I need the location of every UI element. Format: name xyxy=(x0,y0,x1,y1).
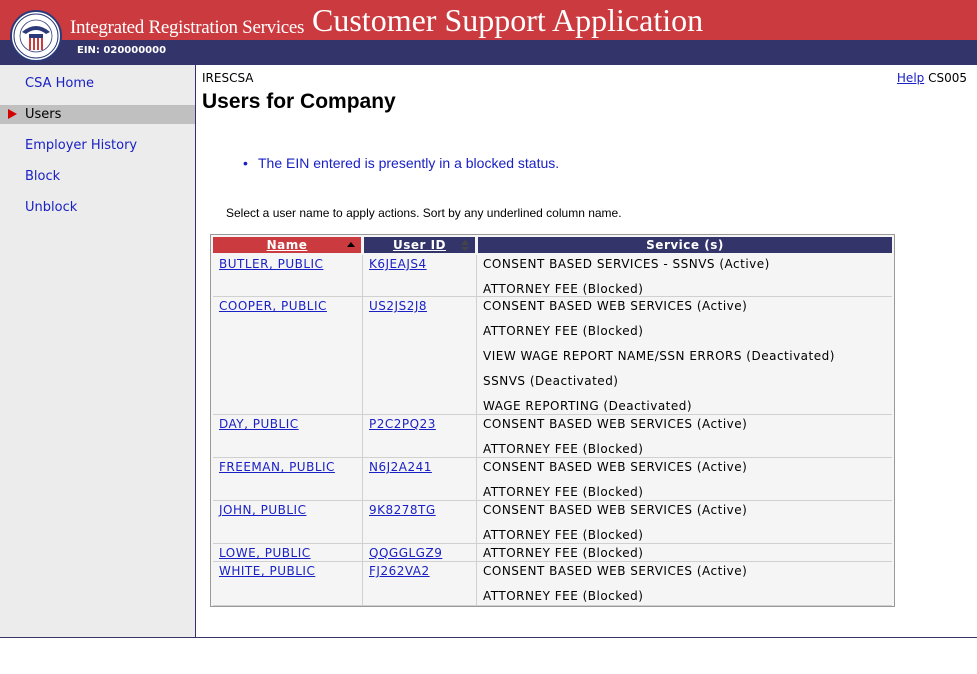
column-divider xyxy=(362,562,363,606)
service-entry: CONSENT BASED SERVICES - SSNVS (Active) xyxy=(483,257,770,271)
user-name-link[interactable]: BUTLER, PUBLIC xyxy=(219,257,323,271)
cell-name: JOHN, PUBLIC xyxy=(219,501,306,519)
sort-down-icon xyxy=(461,247,469,251)
user-id-link[interactable]: US2JS2J8 xyxy=(369,299,427,313)
user-id-link[interactable]: K6JEAJS4 xyxy=(369,257,427,271)
table-row: LOWE, PUBLIC QQGGLGZ9 ATTORNEY FEE (Blocke… xyxy=(213,544,892,562)
app-title: Customer Support Application xyxy=(312,2,704,38)
column-divider xyxy=(476,562,477,606)
column-divider xyxy=(476,297,477,415)
service-entry: ATTORNEY FEE (Blocked) xyxy=(483,589,644,603)
column-divider xyxy=(362,544,363,562)
cell-name: FREEMAN, PUBLIC xyxy=(219,458,335,476)
column-divider xyxy=(476,255,477,297)
column-divider xyxy=(476,501,477,544)
column-divider xyxy=(362,255,363,297)
table-row: COOPER, PUBLIC US2JS2J8 CONSENT BASED WEB … xyxy=(213,297,892,415)
cell-user-id: 9K8278TG xyxy=(369,501,436,519)
column-divider xyxy=(476,415,477,458)
cell-name: BUTLER, PUBLIC xyxy=(219,255,323,273)
cell-user-id: P2C2PQ23 xyxy=(369,415,436,433)
column-header-label: Name xyxy=(266,238,308,252)
table-row: WHITE, PUBLIC FJ262VA2 CONSENT BASED WEB S… xyxy=(213,562,892,606)
service-entry: CONSENT BASED WEB SERVICES (Active) xyxy=(483,460,748,474)
sort-up-icon xyxy=(461,240,469,245)
cell-user-id: FJ262VA2 xyxy=(369,562,430,580)
cell-name: LOWE, PUBLIC xyxy=(219,544,311,562)
ein-label: EIN: 020000000 xyxy=(77,45,167,56)
users-table: Name User ID Service (s) BUTLER, PUBLIC K… xyxy=(210,234,895,607)
service-entry: CONSENT BASED WEB SERVICES (Active) xyxy=(483,564,748,578)
service-entry: CONSENT BASED WEB SERVICES (Active) xyxy=(483,417,748,431)
help-area: Help CS005 xyxy=(897,71,967,85)
user-id-link[interactable]: 9K8278TG xyxy=(369,503,436,517)
user-id-link[interactable]: N6J2A241 xyxy=(369,460,432,474)
sort-ascending-icon xyxy=(347,242,355,247)
current-page-arrow-icon xyxy=(8,109,17,119)
service-entry: SSNVS (Deactivated) xyxy=(483,374,619,388)
sidebar: CSA Home Users Employer History Block Un… xyxy=(0,65,196,638)
column-divider xyxy=(476,458,477,501)
cell-user-id: US2JS2J8 xyxy=(369,297,427,315)
cell-name: COOPER, PUBLIC xyxy=(219,297,327,315)
sidebar-item-unblock[interactable]: Unblock xyxy=(0,198,195,217)
table-row: FREEMAN, PUBLIC N6J2A241 CONSENT BASED WEB… xyxy=(213,458,892,501)
brand-name: Integrated Registration Services xyxy=(70,17,305,38)
cell-name: DAY, PUBLIC xyxy=(219,415,299,433)
service-entry: ATTORNEY FEE (Blocked) xyxy=(483,282,644,296)
page-title: Users for Company xyxy=(202,90,396,113)
column-header-name[interactable]: Name xyxy=(213,237,361,253)
column-divider xyxy=(362,415,363,458)
service-entry: ATTORNEY FEE (Blocked) xyxy=(483,442,644,456)
sidebar-item-users[interactable]: Users xyxy=(0,105,195,124)
user-name-link[interactable]: JOHN, PUBLIC xyxy=(219,503,306,517)
ssa-seal-icon xyxy=(10,10,62,62)
cell-user-id: K6JEAJS4 xyxy=(369,255,427,273)
screen-id: CS005 xyxy=(928,71,967,85)
column-divider xyxy=(362,297,363,415)
column-header-services: Service (s) xyxy=(478,237,892,253)
user-name-link[interactable]: COOPER, PUBLIC xyxy=(219,299,327,313)
sidebar-item-employer-history[interactable]: Employer History xyxy=(0,136,195,155)
footer-divider xyxy=(0,637,977,638)
screen-code: IRESCSA xyxy=(202,71,254,85)
service-entry: CONSENT BASED WEB SERVICES (Active) xyxy=(483,299,748,313)
column-divider xyxy=(362,501,363,544)
table-row: JOHN, PUBLIC 9K8278TG CONSENT BASED WEB SE… xyxy=(213,501,892,544)
user-name-link[interactable]: DAY, PUBLIC xyxy=(219,417,299,431)
user-name-link[interactable]: LOWE, PUBLIC xyxy=(219,546,311,560)
service-entry: ATTORNEY FEE (Blocked) xyxy=(483,324,644,338)
instructions: Select a user name to apply actions. Sor… xyxy=(226,206,622,220)
user-name-link[interactable]: FREEMAN, PUBLIC xyxy=(219,460,335,474)
table-row: BUTLER, PUBLIC K6JEAJS4 CONSENT BASED SERV… xyxy=(213,255,892,297)
service-entry: CONSENT BASED WEB SERVICES (Active) xyxy=(483,503,748,517)
column-divider xyxy=(476,544,477,562)
user-id-link[interactable]: P2C2PQ23 xyxy=(369,417,436,431)
help-link[interactable]: Help xyxy=(897,71,924,85)
table-row: DAY, PUBLIC P2C2PQ23 CONSENT BASED WEB SER… xyxy=(213,415,892,458)
service-entry: VIEW WAGE REPORT NAME/SSN ERRORS (Deacti… xyxy=(483,349,835,363)
user-name-link[interactable]: WHITE, PUBLIC xyxy=(219,564,315,578)
cell-user-id: QQGGLGZ9 xyxy=(369,544,442,562)
user-id-link[interactable]: FJ262VA2 xyxy=(369,564,430,578)
sidebar-item-block[interactable]: Block xyxy=(0,167,195,186)
column-header-label: User ID xyxy=(392,238,447,252)
status-message-text: The EIN entered is presently in a blocke… xyxy=(258,155,560,171)
bullet-icon: • xyxy=(243,155,248,171)
sidebar-item-label: Users xyxy=(25,107,62,122)
service-entry: ATTORNEY FEE (Blocked) xyxy=(483,485,644,499)
user-id-link[interactable]: QQGGLGZ9 xyxy=(369,546,442,560)
column-header-user-id[interactable]: User ID xyxy=(364,237,475,253)
cell-name: WHITE, PUBLIC xyxy=(219,562,315,580)
service-entry: ATTORNEY FEE (Blocked) xyxy=(483,528,644,542)
service-entry: ATTORNEY FEE (Blocked) xyxy=(483,546,644,560)
cell-user-id: N6J2A241 xyxy=(369,458,432,476)
column-divider xyxy=(362,458,363,501)
service-entry: WAGE REPORTING (Deactivated) xyxy=(483,399,693,413)
sidebar-item-csa-home[interactable]: CSA Home xyxy=(0,74,195,93)
